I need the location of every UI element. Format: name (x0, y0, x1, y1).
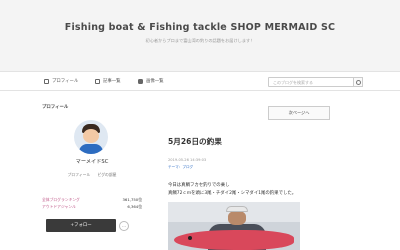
post-text-line: 今日は真鯛フカセ釣りでの乗し (168, 183, 230, 188)
nav-item-label: 記事一覧 (103, 79, 121, 84)
profile-link[interactable]: プロフィール (68, 172, 91, 177)
camera-icon (138, 78, 143, 84)
ranking-value: 6,364位 (127, 204, 142, 209)
nav-item-label: 画像一覧 (146, 79, 164, 84)
global-nav: プロフィール 記事一覧 画像一覧 このブログを検索する (0, 71, 400, 91)
follow-button[interactable]: +フォロー (46, 219, 116, 232)
nav-item-entries[interactable]: 記事一覧 (95, 78, 121, 84)
post-text-line: 真鯛72ｃｍを頭に3尾・チダイ2尾・シマダイ1尾の釣果でした。 (168, 191, 297, 196)
post-photo[interactable] (168, 202, 300, 250)
next-page-button[interactable]: 次ページへ (268, 106, 330, 120)
nav-item-profile[interactable]: プロフィール (44, 78, 78, 84)
post-theme-link[interactable]: テーマ：ブログ (168, 165, 193, 170)
ranking-row[interactable]: 全体ブログランキング 361,750位 (42, 197, 142, 203)
site-header: Fishing boat & Fishing tackle SHOP MERMA… (0, 0, 400, 71)
room-link[interactable]: ピグの部屋 (97, 172, 116, 177)
list-icon (95, 78, 100, 84)
site-title[interactable]: Fishing boat & Fishing tackle SHOP MERMA… (0, 22, 400, 33)
post-title[interactable]: 5月26日の釣果 (168, 136, 222, 147)
avatar[interactable] (74, 120, 108, 154)
sea-bream-image (174, 230, 294, 250)
post-date: 2019-05-26 14:39:03 (168, 158, 207, 162)
person-icon (44, 78, 49, 84)
profile-name[interactable]: マーメイドSC (42, 158, 142, 165)
more-options-button[interactable]: … (119, 221, 129, 231)
search-input[interactable]: このブログを検索する (268, 77, 354, 87)
profile-links: プロフィール ピグの部屋 (42, 172, 142, 178)
ranking-label[interactable]: アウトドアジャンル (42, 204, 76, 210)
ranking-value: 361,750位 (122, 197, 143, 202)
nav-item-label: プロフィール (52, 79, 79, 84)
search-icon[interactable] (353, 77, 363, 87)
ranking-row[interactable]: アウトドアジャンル 6,364位 (42, 204, 142, 210)
site-subtitle: 初心者からプロまで富山湾の釣りの話題をお届けします！ (145, 38, 255, 43)
ranking-label[interactable]: 全体ブログランキング (42, 197, 80, 203)
profile-heading: プロフィール (42, 105, 69, 110)
nav-item-images[interactable]: 画像一覧 (138, 78, 164, 84)
